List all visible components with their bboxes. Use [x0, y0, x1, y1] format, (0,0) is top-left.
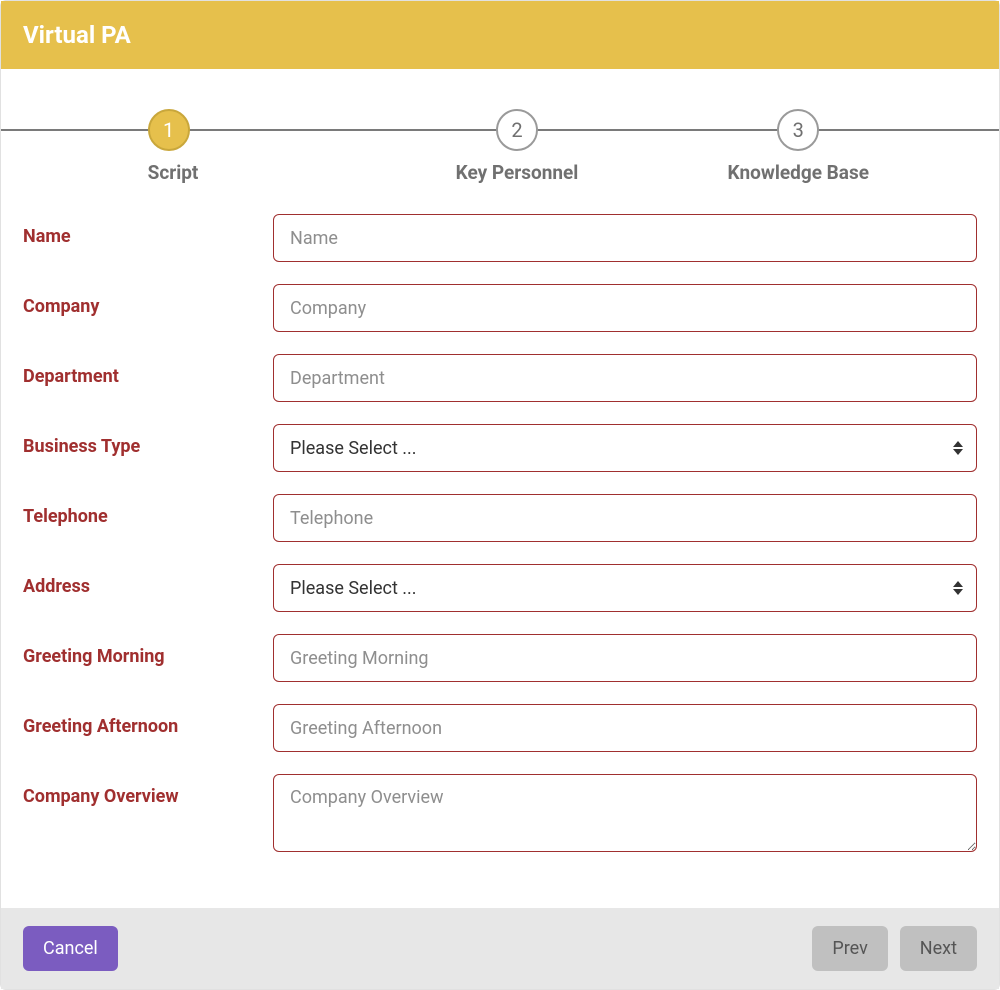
label-department: Department: [23, 354, 273, 387]
form-area: Name Company Department Business Type Pl…: [1, 194, 999, 908]
step-label-3: Knowledge Base: [728, 161, 869, 184]
label-business-type: Business Type: [23, 424, 273, 457]
greeting-morning-input[interactable]: [273, 634, 977, 682]
label-address: Address: [23, 564, 273, 597]
header: Virtual PA: [1, 1, 999, 69]
address-select[interactable]: Please Select ...: [273, 564, 977, 612]
company-input[interactable]: [273, 284, 977, 332]
form-row-name: Name: [23, 214, 977, 262]
label-greeting-afternoon: Greeting Afternoon: [23, 704, 273, 737]
name-input[interactable]: [273, 214, 977, 262]
form-row-address: Address Please Select ...: [23, 564, 977, 612]
form-row-telephone: Telephone: [23, 494, 977, 542]
department-input[interactable]: [273, 354, 977, 402]
form-row-greeting-afternoon: Greeting Afternoon: [23, 704, 977, 752]
next-button[interactable]: Next: [900, 926, 977, 971]
stepper: 1 Script 2 Key Personnel 3 Knowledge Bas…: [1, 69, 999, 194]
label-company: Company: [23, 284, 273, 317]
cancel-button[interactable]: Cancel: [23, 926, 118, 971]
label-name: Name: [23, 214, 273, 247]
step-label-1: Script: [148, 161, 199, 184]
business-type-select[interactable]: Please Select ...: [273, 424, 977, 472]
form-row-greeting-morning: Greeting Morning: [23, 634, 977, 682]
step-circle-3: 3: [777, 109, 819, 151]
nav-button-group: Prev Next: [812, 926, 977, 971]
step-3[interactable]: 3 Knowledge Base: [689, 109, 999, 184]
step-1[interactable]: 1 Script: [1, 109, 345, 184]
greeting-afternoon-input[interactable]: [273, 704, 977, 752]
step-2[interactable]: 2 Key Personnel: [345, 109, 689, 184]
label-company-overview: Company Overview: [23, 774, 273, 807]
form-row-company-overview: Company Overview: [23, 774, 977, 856]
form-row-company: Company: [23, 284, 977, 332]
form-row-department: Department: [23, 354, 977, 402]
step-circle-2: 2: [496, 109, 538, 151]
footer: Cancel Prev Next: [1, 908, 999, 989]
label-telephone: Telephone: [23, 494, 273, 527]
company-overview-textarea[interactable]: [273, 774, 977, 852]
form-row-business-type: Business Type Please Select ...: [23, 424, 977, 472]
header-title: Virtual PA: [23, 21, 977, 49]
step-label-2: Key Personnel: [456, 161, 579, 184]
step-circle-1: 1: [148, 109, 190, 151]
telephone-input[interactable]: [273, 494, 977, 542]
label-greeting-morning: Greeting Morning: [23, 634, 273, 667]
prev-button[interactable]: Prev: [812, 926, 887, 971]
